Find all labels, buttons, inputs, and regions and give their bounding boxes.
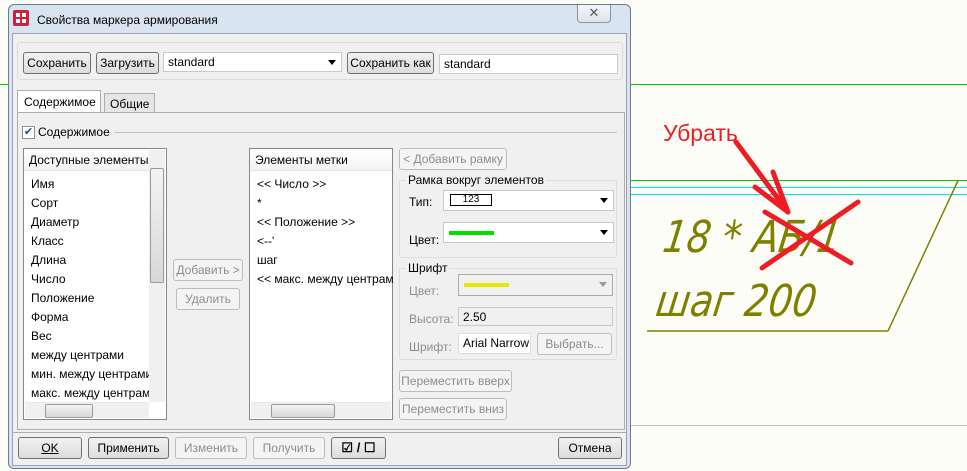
dialog-body: Сохранить Загрузить standard Сохранить к…	[12, 33, 627, 466]
move-down-button[interactable]: Переместить вниз	[399, 398, 507, 420]
list-item[interactable]: Сорт	[31, 196, 149, 210]
apply-button[interactable]: Применить	[88, 437, 169, 459]
frame-type-label: Тип:	[409, 195, 433, 209]
close-button[interactable]: ✕	[577, 5, 611, 23]
list-item[interactable]: Диаметр	[31, 215, 149, 229]
scrollbar-thumb[interactable]	[150, 168, 164, 283]
horizontal-scrollbar[interactable]	[25, 402, 149, 418]
available-elements-list[interactable]: Доступные элементы Имя Сорт Диаметр Клас…	[23, 148, 167, 420]
contents-checkbox[interactable]: ✔	[22, 126, 35, 139]
marker-elements-header: Элементы метки	[250, 149, 392, 171]
list-item[interactable]: << Число >>	[257, 177, 393, 191]
marker-properties-dialog: Свойства маркера армирования ✕ Сохранить…	[8, 4, 631, 469]
tab-label: Содержимое	[24, 95, 96, 109]
list-item[interactable]: <--'	[257, 234, 393, 248]
add-element-button[interactable]: Добавить >	[173, 259, 243, 281]
save-button[interactable]: Сохранить	[23, 52, 91, 74]
list-item[interactable]: *	[257, 196, 393, 210]
list-item[interactable]: Форма	[31, 310, 149, 324]
preset-value: standard	[168, 55, 215, 69]
app-icon	[13, 10, 29, 26]
font-group-title: Шрифт	[406, 261, 450, 275]
preset-select[interactable]: standard	[163, 52, 342, 72]
list-item[interactable]: шаг	[257, 253, 393, 267]
dialog-title: Свойства маркера армирования	[37, 13, 218, 27]
ok-button[interactable]: OK	[18, 437, 82, 459]
font-color-select[interactable]	[458, 274, 613, 296]
font-height-input[interactable]: 2.50	[458, 307, 613, 326]
gray-guide-line	[630, 425, 967, 426]
font-name-value: Arial Narrow	[458, 333, 531, 354]
frame-group-title: Рамка вокруг элементов	[406, 173, 546, 187]
save-as-name-input[interactable]: standard	[439, 54, 618, 74]
get-button[interactable]: Получить	[253, 437, 325, 459]
list-item[interactable]: Длина	[31, 253, 149, 267]
list-item[interactable]: Вес	[31, 329, 149, 343]
list-item[interactable]: Имя	[31, 177, 149, 191]
available-elements-header: Доступные элементы	[24, 149, 149, 171]
list-item[interactable]: Положение	[31, 291, 149, 305]
chevron-down-icon	[328, 60, 336, 65]
tab-contents[interactable]: Содержимое	[17, 90, 101, 113]
list-item[interactable]: << Положение >>	[257, 215, 393, 229]
list-item[interactable]: мин. между центрами	[31, 367, 149, 381]
list-item[interactable]: Число	[31, 272, 149, 286]
add-frame-button[interactable]: < Добавить рамку	[399, 148, 507, 170]
footer-divider	[13, 432, 626, 433]
choose-font-button[interactable]: Выбрать...	[537, 333, 612, 355]
scrollbar-thumb[interactable]	[45, 404, 93, 418]
chevron-down-icon	[600, 230, 608, 235]
font-name-label: Шрифт:	[409, 340, 452, 354]
list-item[interactable]: << макс. между центрами >>	[257, 272, 393, 286]
frame-type-value: 123	[450, 194, 492, 206]
font-height-label: Высота:	[409, 312, 454, 326]
chevron-down-icon	[600, 198, 608, 203]
toggle-all-checkbox-button[interactable]: ☑ / ☐	[331, 437, 386, 459]
scrollbar-thumb[interactable]	[271, 404, 335, 418]
horizontal-scrollbar[interactable]	[251, 402, 391, 418]
font-color-label: Цвет:	[409, 284, 440, 298]
divider	[114, 132, 617, 133]
load-button[interactable]: Загрузить	[96, 52, 159, 74]
contents-checkbox-label: Содержимое	[38, 125, 110, 139]
modify-button[interactable]: Изменить	[175, 437, 247, 459]
font-color-swatch	[464, 283, 509, 287]
list-item[interactable]: Класс	[31, 234, 149, 248]
cancel-button[interactable]: Отмена	[558, 437, 622, 459]
save-as-button[interactable]: Сохранить как	[347, 52, 434, 74]
chevron-down-icon	[599, 282, 607, 287]
annotation-arrow-cross	[733, 139, 861, 271]
remove-element-button[interactable]: Удалить	[176, 288, 240, 310]
tab-label: Общие	[110, 97, 150, 111]
frame-color-label: Цвет:	[409, 233, 440, 247]
frame-color-select[interactable]	[443, 222, 614, 243]
vertical-scrollbar[interactable]	[149, 150, 165, 402]
marker-elements-list[interactable]: Элементы метки << Число >> * << Положени…	[249, 148, 393, 420]
list-item[interactable]: макс. между центрами	[31, 386, 149, 400]
list-item[interactable]: между центрами	[31, 348, 149, 362]
tab-general[interactable]: Общие	[104, 93, 155, 113]
frame-type-select[interactable]: 123	[443, 190, 614, 211]
move-up-button[interactable]: Переместить вверх	[399, 370, 512, 392]
marker-line-2[interactable]: шаг 200	[653, 276, 820, 327]
frame-color-swatch	[449, 231, 494, 235]
